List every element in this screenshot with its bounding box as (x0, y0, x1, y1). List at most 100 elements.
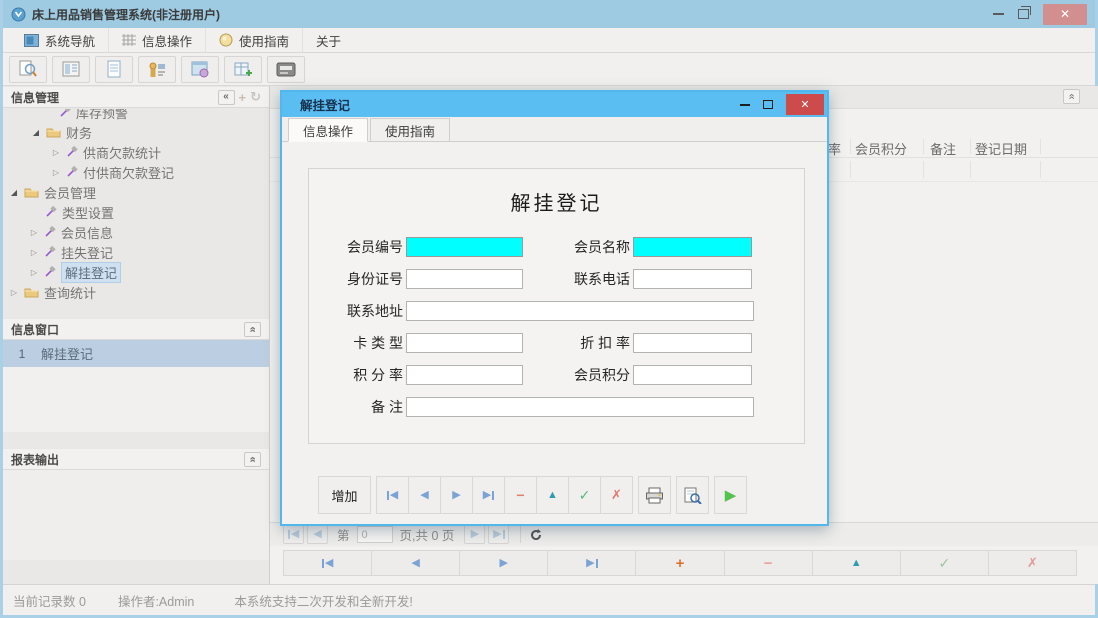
collapsed-arrow-icon[interactable]: ▷ (29, 248, 39, 257)
nav-add-button[interactable]: + (635, 550, 724, 576)
collapsed-arrow-icon[interactable]: ▷ (51, 168, 61, 177)
record-last-button[interactable]: ▶ (472, 476, 505, 514)
panel-title: 信息窗口 (11, 321, 59, 338)
menu-info-ops[interactable]: 信息操作 (109, 28, 206, 52)
record-first-button[interactable]: ◀ (376, 476, 409, 514)
window-sphere-button[interactable] (181, 56, 219, 83)
tree-folder-finance[interactable]: ◢ 财务 (3, 122, 269, 142)
tree-item-member-info[interactable]: ▷ 会员信息 (3, 222, 269, 242)
refresh-icon[interactable]: ↻ (250, 89, 261, 105)
nav-delete-button[interactable]: − (724, 550, 813, 576)
tree-item-pay-supplier-debt[interactable]: ▷ 付供商欠款登记 (3, 162, 269, 182)
grid-header-cell[interactable]: 率 (828, 139, 841, 158)
expanded-arrow-icon[interactable]: ◢ (31, 128, 41, 137)
phone-input[interactable] (633, 269, 752, 289)
record-count: 当前记录数 0 (13, 591, 86, 610)
member-points-input[interactable] (633, 365, 752, 385)
dialog-maximize-button[interactable] (763, 100, 773, 109)
document-button[interactable] (95, 56, 133, 83)
tree-item-unhook-registration[interactable]: ▷ 解挂登记 (3, 262, 269, 282)
nav-cancel-button[interactable]: ✗ (988, 550, 1077, 576)
table-add-button[interactable] (224, 56, 262, 83)
discount-input[interactable] (633, 333, 752, 353)
panel-collapse-button[interactable]: « (244, 322, 261, 337)
grid-header-cell[interactable]: 会员积分 (855, 139, 907, 158)
delete-record-button[interactable]: − (504, 476, 537, 514)
print-button[interactable] (638, 476, 671, 514)
pager-first-button[interactable]: ◀ (283, 525, 304, 544)
menu-about[interactable]: 关于 (303, 28, 354, 52)
minimize-button[interactable] (993, 13, 1004, 15)
nav-prev-button[interactable]: ◀ (371, 550, 460, 576)
id-card-label: 身份证号 (343, 269, 403, 289)
tree-item-loss-registration[interactable]: ▷ 挂失登记 (3, 242, 269, 262)
info-window-list: 1 解挂登记 (3, 340, 269, 432)
address-input[interactable] (406, 301, 754, 321)
info-tree: 库存预警 ◢ 财务 ▷ 供商欠款统计 ▷ 付供商欠款登记 ◢ 会员管理 (3, 109, 269, 317)
record-next-button[interactable]: ▶ (440, 476, 473, 514)
panel-icon (24, 34, 39, 47)
collapsed-arrow-icon[interactable]: ▷ (9, 288, 19, 297)
next-record-icon: ▶ (500, 558, 508, 569)
collapsed-arrow-icon[interactable]: ▷ (29, 268, 39, 277)
tree-folder-member-mgmt[interactable]: ◢ 会员管理 (3, 182, 269, 202)
next-page-icon: ▶ (471, 529, 479, 540)
cancel-button[interactable]: ✗ (600, 476, 633, 514)
first-record-icon: ◀ (387, 490, 398, 501)
grid-header-cell[interactable]: 备注 (930, 139, 956, 158)
expanded-arrow-icon[interactable]: ◢ (9, 188, 19, 197)
record-nav-bar: ◀ ◀ ▶ ▶ + − ▲ ✓ ✗ (283, 550, 1077, 576)
pager-last-button[interactable]: ▶ (488, 525, 509, 544)
add-tab-icon[interactable]: + (239, 90, 247, 105)
member-name-input[interactable] (633, 237, 752, 257)
run-button[interactable]: ▶ (714, 476, 747, 514)
record-prev-button[interactable]: ◀ (408, 476, 441, 514)
tab-info-ops[interactable]: 信息操作 (288, 118, 368, 142)
panel-collapse-button[interactable]: « (244, 452, 261, 467)
tree-folder-query-stats[interactable]: ▷ 查询统计 (3, 282, 269, 302)
points-rate-input[interactable] (406, 365, 523, 385)
dialog-minimize-button[interactable] (740, 104, 750, 106)
edit-record-button[interactable]: ▲ (536, 476, 569, 514)
tree-item-inventory-alert[interactable]: 库存预警 (3, 109, 269, 122)
card-device-button[interactable] (267, 56, 305, 83)
restore-button[interactable] (1018, 9, 1029, 19)
pager-next-button[interactable]: ▶ (464, 525, 485, 544)
pager-prev-button[interactable]: ◀ (307, 525, 328, 544)
print-preview-button[interactable] (676, 476, 709, 514)
id-card-input[interactable] (406, 269, 523, 289)
main-toolbar (3, 53, 1095, 86)
report-list-button[interactable] (52, 56, 90, 83)
search-doc-button[interactable] (9, 56, 47, 83)
tab-user-guide[interactable]: 使用指南 (370, 118, 450, 142)
user-chart-button[interactable] (138, 56, 176, 83)
tree-item-type-settings[interactable]: 类型设置 (3, 202, 269, 222)
nav-edit-button[interactable]: ▲ (812, 550, 901, 576)
close-button[interactable]: ✕ (1043, 4, 1087, 25)
dialog-close-button[interactable]: ✕ (786, 94, 824, 115)
window-title: 床上用品销售管理系统(非注册用户) (32, 6, 220, 23)
info-window-row[interactable]: 1 解挂登记 (3, 340, 269, 367)
nav-last-button[interactable]: ▶ (547, 550, 636, 576)
workspace-collapse-button[interactable]: « (1063, 89, 1080, 104)
menu-system-nav[interactable]: 系统导航 (11, 28, 109, 52)
confirm-button[interactable]: ✓ (568, 476, 601, 514)
menu-user-guide[interactable]: 使用指南 (206, 28, 303, 52)
nav-confirm-button[interactable]: ✓ (900, 550, 989, 576)
card-type-input[interactable] (406, 333, 523, 353)
member-no-input[interactable] (406, 237, 523, 257)
nav-first-button[interactable]: ◀ (283, 550, 372, 576)
remark-input[interactable] (406, 397, 754, 417)
pager-refresh-icon[interactable] (529, 528, 543, 542)
add-button[interactable]: 增加 (318, 476, 371, 514)
tree-item-supplier-debt-stats[interactable]: ▷ 供商欠款统计 (3, 142, 269, 162)
sidebar-collapse-button[interactable]: « (218, 90, 235, 105)
panel-title: 报表输出 (11, 451, 59, 468)
cancel-icon: ✗ (1027, 555, 1038, 571)
collapsed-arrow-icon[interactable]: ▷ (29, 228, 39, 237)
collapsed-arrow-icon[interactable]: ▷ (51, 148, 61, 157)
grid-header-cell[interactable]: 登记日期 (975, 139, 1027, 158)
window-titlebar: 床上用品销售管理系统(非注册用户) ✕ (3, 0, 1095, 28)
page-number-input[interactable] (357, 526, 393, 543)
nav-next-button[interactable]: ▶ (459, 550, 548, 576)
